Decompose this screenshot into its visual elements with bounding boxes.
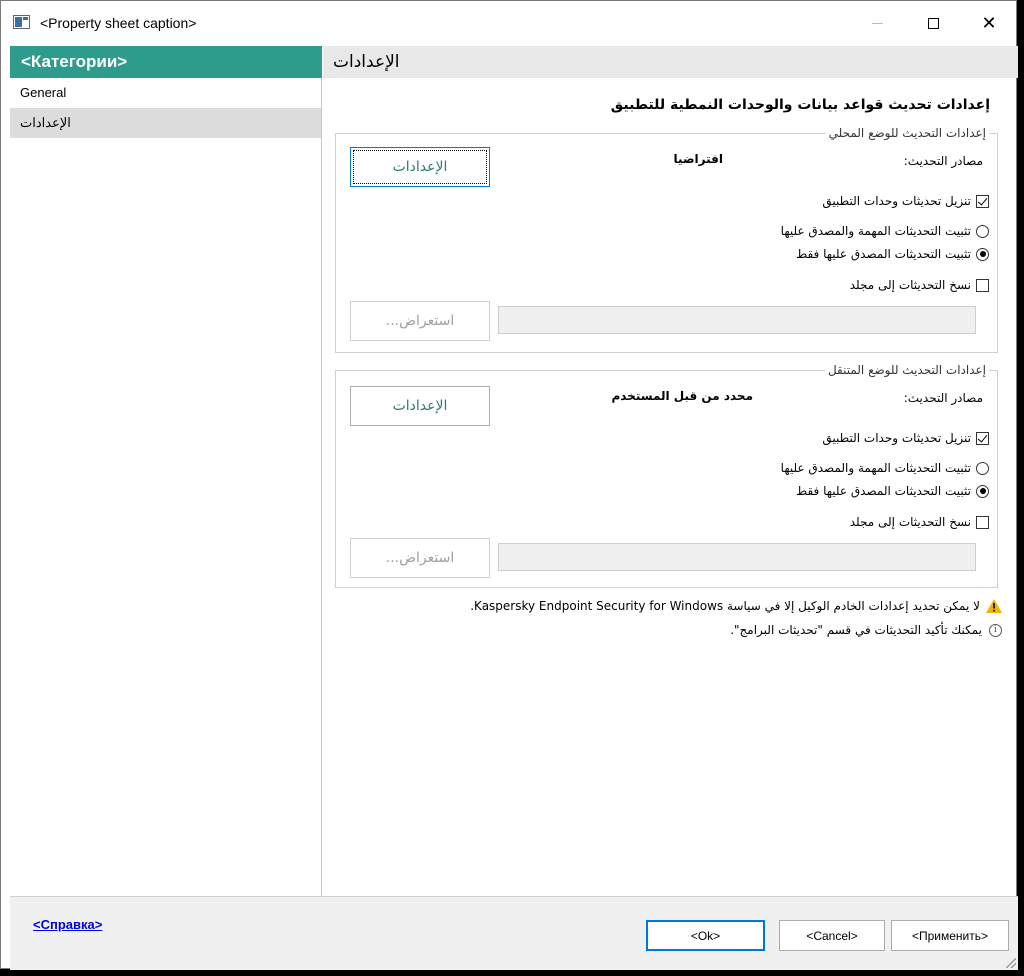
page-header: الإعدادات xyxy=(323,46,1018,78)
warning-text: لا يمكن تحديد إعدادات الخادم الوكيل إلا … xyxy=(470,599,980,613)
maximize-button[interactable] xyxy=(910,1,956,45)
mobile-download-modules-checkbox[interactable]: تنزيل تحديثات وحدات التطبيق xyxy=(822,430,989,446)
category-sidebar: General الإعدادات xyxy=(10,78,322,896)
checkbox-label: نسخ التحديثات إلى مجلد xyxy=(849,278,971,292)
minimize-icon xyxy=(871,22,883,24)
page-title: إعدادات تحديث قواعد بيانات والوحدات النم… xyxy=(610,97,990,113)
mobile-mode-group: إعدادات التحديث للوضع المتنقل الإعدادات … xyxy=(335,363,998,588)
resize-grip[interactable] xyxy=(1006,958,1016,968)
mobile-copy-to-folder-checkbox[interactable]: نسخ التحديثات إلى مجلد xyxy=(850,514,989,530)
cancel-button[interactable]: <Cancel> xyxy=(779,920,885,951)
radio-unselected xyxy=(976,224,989,238)
mobile-browse-button[interactable]: استعراض... xyxy=(350,538,490,578)
radio-label: تثبيت التحديثات المهمة والمصدق عليها xyxy=(780,461,971,475)
title-bar: <Property sheet caption> ✕ xyxy=(1,1,1016,45)
radio-selected xyxy=(976,484,989,498)
sidebar-item-settings[interactable]: الإعدادات xyxy=(10,108,321,138)
radio-label: تثبيت التحديثات المصدق عليها فقط xyxy=(796,484,971,498)
info-text: يمكنك تأكيد التحديثات في قسم "تحديثات ال… xyxy=(730,623,982,637)
info-icon: i xyxy=(989,623,1002,637)
radio-label: تثبيت التحديثات المهمة والمصدق عليها xyxy=(780,224,971,238)
checkbox-unchecked xyxy=(976,515,989,529)
local-mode-group: إعدادات التحديث للوضع المحلي الإعدادات م… xyxy=(335,126,998,353)
mobile-install-critical-radio[interactable]: تثبيت التحديثات المهمة والمصدق عليها xyxy=(781,460,989,476)
apply-button[interactable]: <Применить> xyxy=(891,920,1009,951)
radio-label: تثبيت التحديثات المصدق عليها فقط xyxy=(796,247,971,261)
checkbox-label: نسخ التحديثات إلى مجلد xyxy=(849,515,971,529)
dialog-footer: <Справка> <Ok> <Cancel> <Применить> xyxy=(10,896,1018,970)
checkbox-checked xyxy=(976,431,989,445)
checkbox-checked xyxy=(976,194,989,208)
local-copy-to-folder-checkbox[interactable]: نسخ التحديثات إلى مجلد xyxy=(850,277,989,293)
property-sheet-window: <Property sheet caption> ✕ <Категории> G… xyxy=(0,0,1018,970)
mobile-settings-button[interactable]: الإعدادات xyxy=(350,386,490,426)
app-window-icon xyxy=(13,15,30,29)
categories-header: <Категории> xyxy=(10,46,322,78)
radio-selected xyxy=(976,247,989,261)
page-header-title: الإعدادات xyxy=(333,52,400,72)
radio-unselected xyxy=(976,461,989,475)
mobile-install-approved-radio[interactable]: تثبيت التحديثات المصدق عليها فقط xyxy=(796,483,989,499)
help-link[interactable]: <Справка> xyxy=(33,917,102,932)
close-icon: ✕ xyxy=(981,12,997,34)
local-folder-path-input[interactable] xyxy=(498,306,976,334)
local-download-modules-checkbox[interactable]: تنزيل تحديثات وحدات التطبيق xyxy=(822,193,989,209)
maximize-icon xyxy=(927,17,939,29)
checkbox-label: تنزيل تحديثات وحدات التطبيق xyxy=(822,194,971,208)
mobile-source-value: محدد من قبل المستخدم xyxy=(611,389,753,403)
local-install-critical-radio[interactable]: تثبيت التحديثات المهمة والمصدق عليها xyxy=(781,223,989,239)
mobile-source-label: مصادر التحديث: xyxy=(903,391,983,405)
checkbox-unchecked xyxy=(976,278,989,292)
updates-info-note: i يمكنك تأكيد التحديثات في قسم "تحديثات … xyxy=(730,623,1002,637)
mobile-group-title: إعدادات التحديث للوضع المتنقل xyxy=(824,363,989,377)
mobile-folder-path-input[interactable] xyxy=(498,543,976,571)
checkbox-label: تنزيل تحديثات وحدات التطبيق xyxy=(822,431,971,445)
minimize-button[interactable] xyxy=(854,1,900,45)
local-settings-button[interactable]: الإعدادات xyxy=(350,147,490,187)
sidebar-item-general[interactable]: General xyxy=(10,78,321,108)
close-button[interactable]: ✕ xyxy=(966,1,1012,45)
local-group-title: إعدادات التحديث للوضع المحلي xyxy=(825,126,989,140)
proxy-warning-note: لا يمكن تحديد إعدادات الخادم الوكيل إلا … xyxy=(470,599,1002,613)
local-source-label: مصادر التحديث: xyxy=(903,154,983,168)
local-install-approved-radio[interactable]: تثبيت التحديثات المصدق عليها فقط xyxy=(796,246,989,262)
window-title: <Property sheet caption> xyxy=(40,15,197,31)
local-source-value: افتراضيا xyxy=(673,152,723,166)
local-browse-button[interactable]: استعراض... xyxy=(350,301,490,341)
warning-icon xyxy=(986,599,1002,613)
ok-button[interactable]: <Ok> xyxy=(646,920,765,951)
